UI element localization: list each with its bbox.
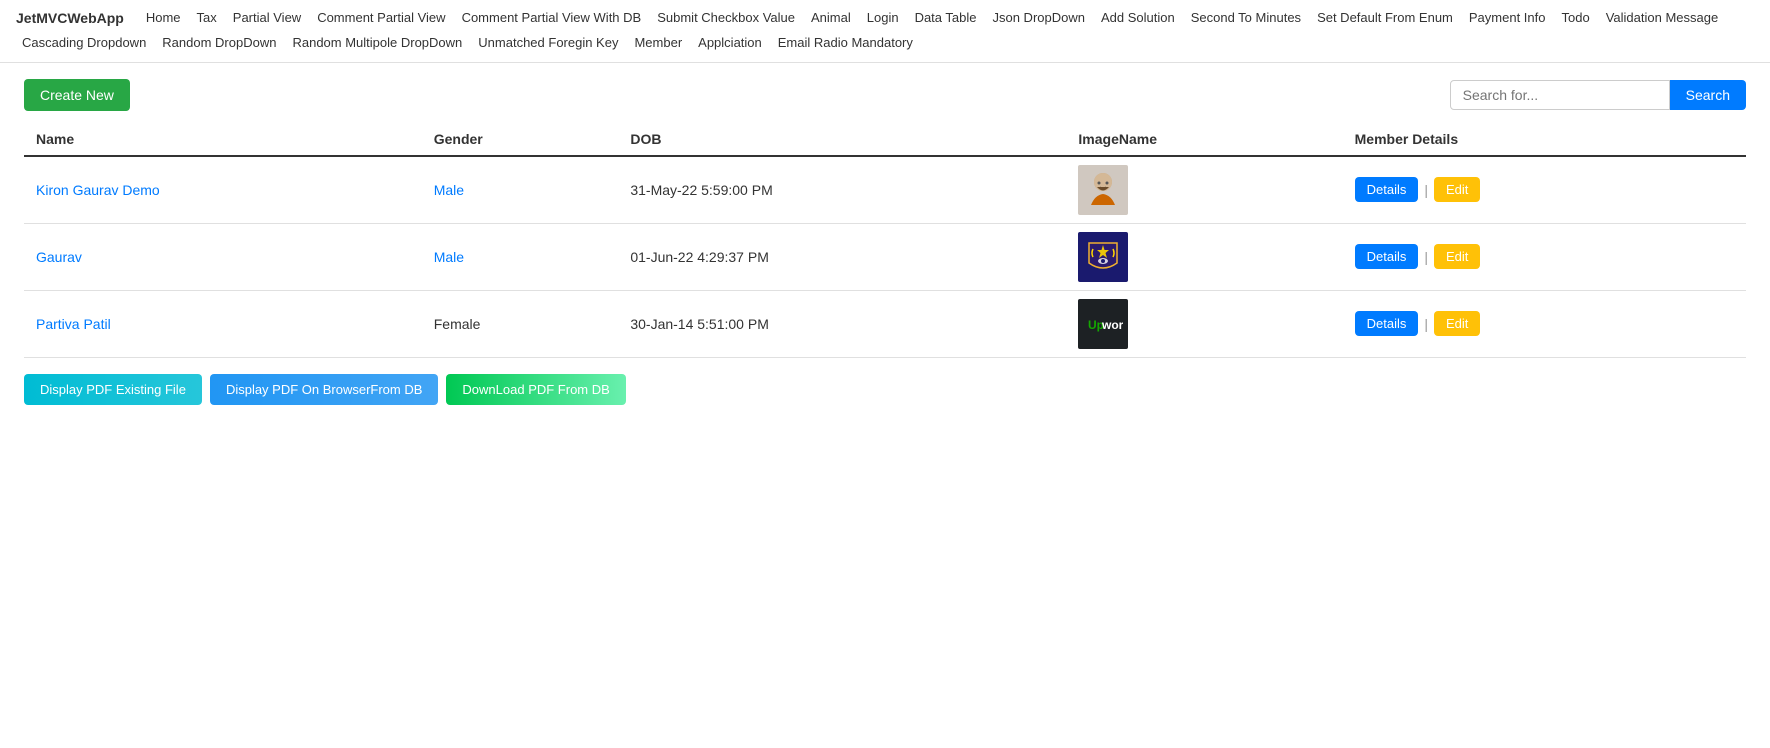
cell-gender: Female [422, 290, 619, 357]
download-pdf-button[interactable]: DownLoad PDF From DB [446, 374, 625, 405]
image-container: Up work [1078, 299, 1128, 349]
main-content: Create New Search Name Gender DOB ImageN… [0, 63, 1770, 421]
action-buttons: Details | Edit [1355, 311, 1734, 336]
upwork-icon: Up work [1083, 304, 1123, 344]
cell-gender: Male [422, 156, 619, 224]
cell-actions: Details | Edit [1343, 223, 1746, 290]
action-separator: | [1424, 316, 1428, 332]
nav-json-dropdown[interactable]: Json DropDown [986, 8, 1091, 29]
member-name-link[interactable]: Partiva Patil [36, 316, 111, 332]
nav-comment-partial-view[interactable]: Comment Partial View [311, 8, 451, 29]
table-header-row: Name Gender DOB ImageName Member Details [24, 123, 1746, 156]
cell-image [1066, 156, 1342, 224]
display-pdf-existing-button[interactable]: Display PDF Existing File [24, 374, 202, 405]
col-imagename: ImageName [1066, 123, 1342, 156]
action-buttons: Details | Edit [1355, 177, 1734, 202]
details-button[interactable]: Details [1355, 177, 1419, 202]
action-separator: | [1424, 249, 1428, 265]
nav-partial-view[interactable]: Partial View [227, 8, 307, 29]
details-button[interactable]: Details [1355, 311, 1419, 336]
nav-member[interactable]: Member [628, 33, 688, 54]
nav-validation-message[interactable]: Validation Message [1600, 8, 1725, 29]
nav-email-radio-mandatory[interactable]: Email Radio Mandatory [772, 33, 919, 54]
cell-dob: 30-Jan-14 5:51:00 PM [618, 290, 1066, 357]
table-row: Partiva Patil Female 30-Jan-14 5:51:00 P… [24, 290, 1746, 357]
image-container [1078, 232, 1128, 282]
nav-random-multipole-dropdown[interactable]: Random Multipole DropDown [286, 33, 468, 54]
nav-set-default-enum[interactable]: Set Default From Enum [1311, 8, 1459, 29]
search-button[interactable]: Search [1670, 80, 1746, 110]
search-area: Search [1450, 80, 1746, 110]
col-gender: Gender [422, 123, 619, 156]
crest-icon [1083, 237, 1123, 277]
member-name-link[interactable]: Gaurav [36, 249, 82, 265]
cell-actions: Details | Edit [1343, 156, 1746, 224]
nav-data-table[interactable]: Data Table [909, 8, 983, 29]
cell-name: Partiva Patil [24, 290, 422, 357]
gender-value: Male [434, 249, 464, 265]
cell-name: Kiron Gaurav Demo [24, 156, 422, 224]
cell-image: Up work [1066, 290, 1342, 357]
cell-gender: Male [422, 223, 619, 290]
members-table: Name Gender DOB ImageName Member Details… [24, 123, 1746, 358]
member-name-link[interactable]: Kiron Gaurav Demo [36, 182, 160, 198]
action-buttons: Details | Edit [1355, 244, 1734, 269]
gender-value: Female [434, 316, 481, 332]
nav-animal[interactable]: Animal [805, 8, 857, 29]
cell-dob: 01-Jun-22 4:29:37 PM [618, 223, 1066, 290]
table-row: Kiron Gaurav Demo Male 31-May-22 5:59:00… [24, 156, 1746, 224]
nav-submit-checkbox[interactable]: Submit Checkbox Value [651, 8, 801, 29]
details-button[interactable]: Details [1355, 244, 1419, 269]
edit-button[interactable]: Edit [1434, 244, 1480, 269]
nav-cascading-dropdown[interactable]: Cascading Dropdown [16, 33, 152, 54]
action-separator: | [1424, 182, 1428, 198]
pdf-buttons-area: Display PDF Existing File Display PDF On… [24, 374, 1746, 405]
nav-tax[interactable]: Tax [191, 8, 223, 29]
toolbar: Create New Search [24, 79, 1746, 111]
table-row: Gaurav Male 01-Jun-22 4:29:37 PM [24, 223, 1746, 290]
nav-home[interactable]: Home [140, 8, 187, 29]
edit-button[interactable]: Edit [1434, 177, 1480, 202]
create-new-button[interactable]: Create New [24, 79, 130, 111]
nav-unmatched-foreign-key[interactable]: Unmatched Foregin Key [472, 33, 624, 54]
image-container [1078, 165, 1128, 215]
gender-value: Male [434, 182, 464, 198]
monk-avatar-icon [1083, 170, 1123, 210]
nav-add-solution[interactable]: Add Solution [1095, 8, 1181, 29]
nav-todo[interactable]: Todo [1556, 8, 1596, 29]
nav-random-dropdown[interactable]: Random DropDown [156, 33, 282, 54]
search-input[interactable] [1450, 80, 1670, 110]
display-pdf-browser-button[interactable]: Display PDF On BrowserFrom DB [210, 374, 438, 405]
nav-payment-info[interactable]: Payment Info [1463, 8, 1552, 29]
nav-login[interactable]: Login [861, 8, 905, 29]
col-name: Name [24, 123, 422, 156]
cell-name: Gaurav [24, 223, 422, 290]
svg-text:work: work [1101, 318, 1123, 332]
cell-image [1066, 223, 1342, 290]
nav-second-to-minutes[interactable]: Second To Minutes [1185, 8, 1307, 29]
edit-button[interactable]: Edit [1434, 311, 1480, 336]
cell-dob: 31-May-22 5:59:00 PM [618, 156, 1066, 224]
cell-actions: Details | Edit [1343, 290, 1746, 357]
brand: JetMVCWebApp [16, 8, 124, 26]
nav-application[interactable]: Applciation [692, 33, 768, 54]
nav-comment-partial-view-db[interactable]: Comment Partial View With DB [456, 8, 648, 29]
navbar: JetMVCWebApp Home Tax Partial View Comme… [0, 0, 1770, 63]
col-dob: DOB [618, 123, 1066, 156]
col-member-details: Member Details [1343, 123, 1746, 156]
